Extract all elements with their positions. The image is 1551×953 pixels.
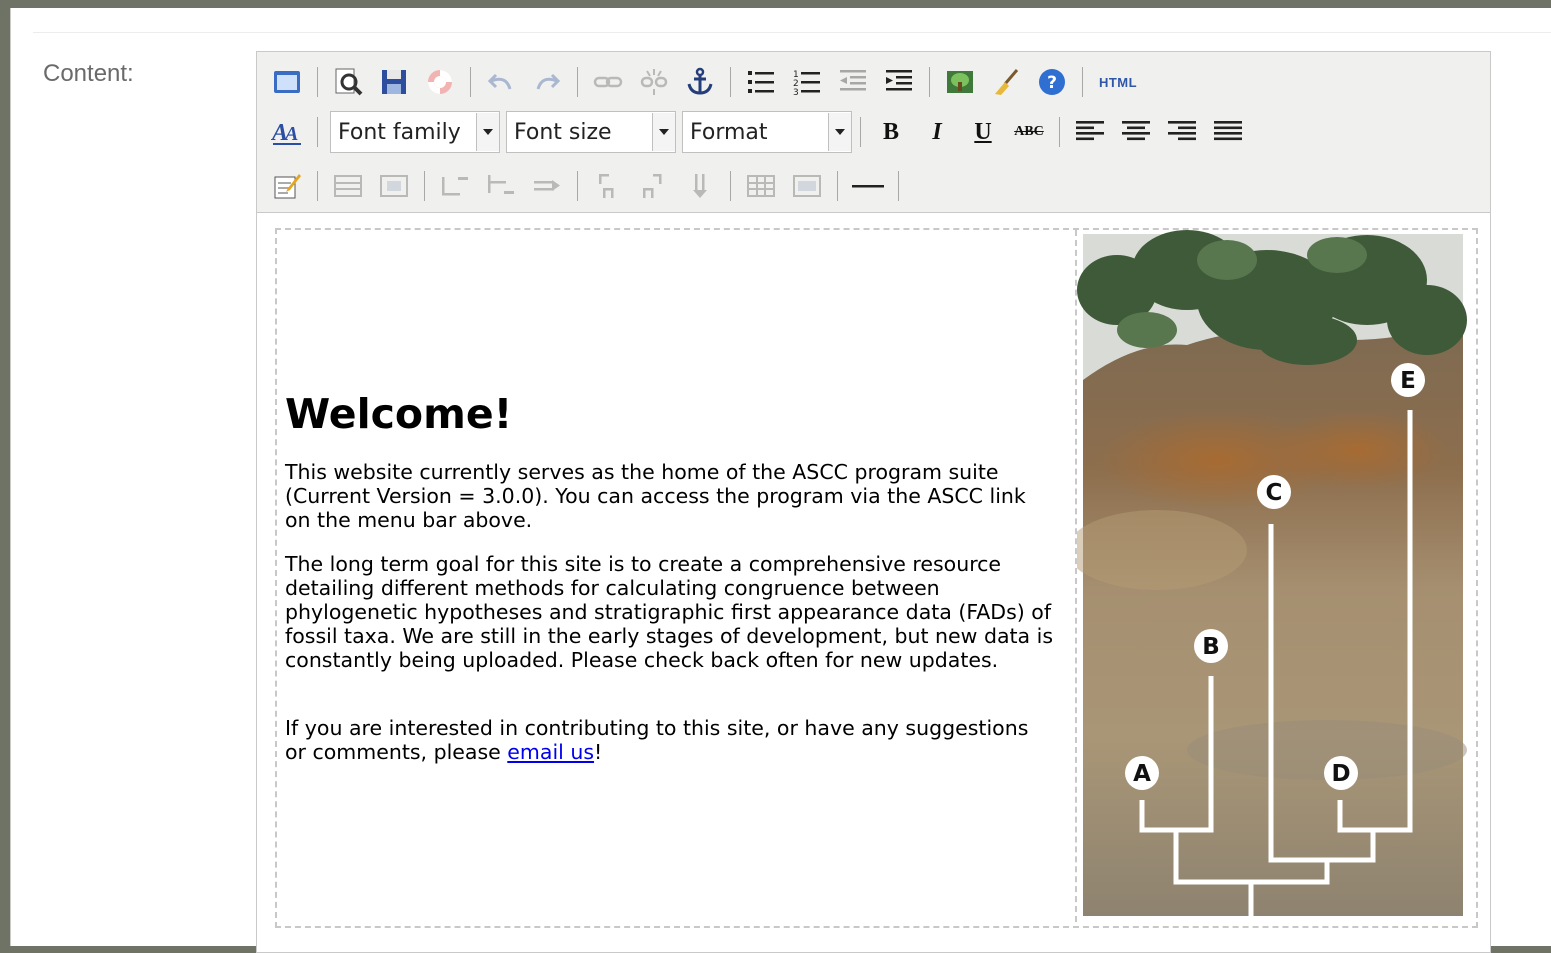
toolbar-separator — [730, 171, 731, 201]
toolbar-row-3 — [269, 168, 911, 204]
insert-col-before-icon[interactable] — [590, 168, 626, 204]
cleanup-brush-icon[interactable] — [988, 64, 1024, 100]
italic-button[interactable]: I — [919, 114, 955, 150]
link-icon[interactable] — [590, 64, 626, 100]
toolbar-separator — [898, 171, 899, 201]
toolbar-separator — [860, 117, 861, 147]
page-title: Welcome! — [285, 390, 513, 438]
stratigraphy-phylogeny-figure: A B C D E — [1067, 230, 1467, 920]
chevron-down-icon[interactable] — [828, 113, 851, 151]
svg-text:?: ? — [1047, 73, 1057, 93]
preview-pane-icon[interactable] — [269, 64, 305, 100]
bullet-list-icon[interactable] — [743, 64, 779, 100]
editor-toolbar: 1 2 3? HTML AA Font family Font size Format — [257, 52, 1490, 213]
format-value: Format — [690, 119, 768, 145]
split-cells-icon[interactable] — [743, 168, 779, 204]
row-properties-icon[interactable] — [330, 168, 366, 204]
strikethrough-button[interactable]: ABC — [1011, 114, 1047, 150]
insert-image-icon[interactable] — [942, 64, 978, 100]
content-label: Content: — [43, 60, 134, 87]
document-image-cell[interactable]: A B C D E — [1067, 230, 1469, 922]
insert-row-after-icon[interactable] — [483, 168, 519, 204]
toolbar-separator — [470, 67, 471, 97]
toolbar-separator — [317, 67, 318, 97]
toolbar-row-2: AA Font family Font size Format B I U AB… — [269, 111, 1256, 153]
lifebuoy-icon[interactable] — [422, 64, 458, 100]
toolbar-separator — [317, 171, 318, 201]
chevron-down-icon[interactable] — [652, 113, 675, 151]
delete-col-icon[interactable] — [682, 168, 718, 204]
toolbar-separator — [317, 117, 318, 147]
divider — [33, 32, 1551, 33]
contact-paragraph: If you are interested in contributing to… — [285, 716, 1029, 764]
search-replace-icon[interactable] — [330, 64, 366, 100]
insert-row-before-icon[interactable] — [437, 168, 473, 204]
document-area[interactable]: Welcome! This website currently serves a… — [275, 228, 1478, 928]
figure-label-a: A — [1133, 761, 1151, 787]
cell-properties-icon[interactable] — [376, 168, 412, 204]
anchor-icon[interactable] — [682, 64, 718, 100]
svg-text:3: 3 — [793, 88, 799, 96]
toolbar-separator — [730, 67, 731, 97]
align-left-icon[interactable] — [1072, 114, 1108, 150]
font-size-select[interactable]: Font size — [506, 111, 676, 153]
toolbar-separator — [837, 171, 838, 201]
goal-paragraph: The long term goal for this site is to c… — [285, 552, 1054, 672]
email-us-link[interactable]: email us — [507, 740, 594, 764]
save-icon[interactable] — [376, 64, 412, 100]
svg-text:A: A — [283, 123, 298, 145]
form-panel: Content: 1 2 3? HTML AA Font family Font si… — [10, 8, 1551, 953]
outdent-icon[interactable] — [835, 64, 871, 100]
align-center-icon[interactable] — [1118, 114, 1154, 150]
toolbar-row-1: 1 2 3? HTML — [269, 64, 1151, 100]
indent-icon[interactable] — [881, 64, 917, 100]
intro-paragraph: This website currently serves as the hom… — [285, 460, 1026, 532]
toolbar-separator — [1059, 117, 1060, 147]
delete-row-icon[interactable] — [529, 168, 565, 204]
underline-button[interactable]: U — [965, 114, 1001, 150]
rich-text-editor: 1 2 3? HTML AA Font family Font size Format — [256, 51, 1491, 953]
html-source-icon[interactable]: HTML — [1095, 64, 1141, 100]
figure-label-b: B — [1202, 634, 1220, 660]
chevron-down-icon[interactable] — [476, 113, 499, 151]
align-right-icon[interactable] — [1164, 114, 1200, 150]
undo-icon[interactable] — [483, 64, 519, 100]
format-select[interactable]: Format — [682, 111, 852, 153]
font-family-value: Font family — [338, 119, 461, 145]
horizontal-rule-icon[interactable] — [850, 168, 886, 204]
merge-cells-icon[interactable] — [789, 168, 825, 204]
bold-button[interactable]: B — [873, 114, 909, 150]
figure-label-d: D — [1331, 761, 1350, 787]
toolbar-separator — [424, 171, 425, 201]
font-size-value: Font size — [514, 119, 612, 145]
font-family-select[interactable]: Font family — [330, 111, 500, 153]
figure-label-e: E — [1400, 368, 1416, 394]
toolbar-separator — [929, 67, 930, 97]
figure-label-c: C — [1266, 480, 1283, 506]
unlink-icon[interactable] — [636, 64, 672, 100]
align-justify-icon[interactable] — [1210, 114, 1246, 150]
insert-col-after-icon[interactable] — [636, 168, 672, 204]
font-style-icon[interactable]: AA — [269, 114, 305, 150]
toolbar-separator — [1082, 67, 1083, 97]
redo-icon[interactable] — [529, 64, 565, 100]
numbered-list-icon[interactable]: 123 — [789, 64, 825, 100]
document-text-cell[interactable]: Welcome! This website currently serves a… — [285, 230, 1055, 922]
toolbar-separator — [577, 67, 578, 97]
help-icon[interactable]: ? — [1034, 64, 1070, 100]
edit-css-icon[interactable] — [269, 168, 305, 204]
toolbar-separator — [577, 171, 578, 201]
